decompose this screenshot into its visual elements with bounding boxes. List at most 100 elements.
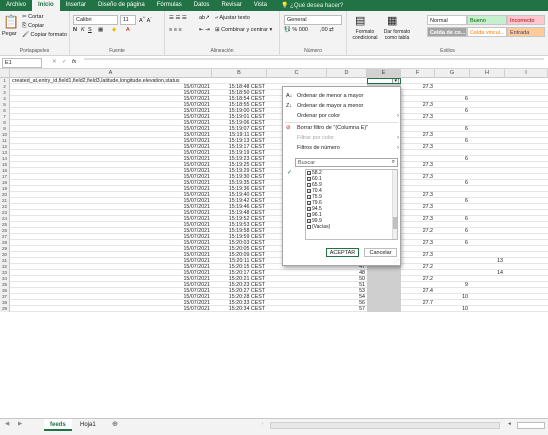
underline-icon[interactable]: S bbox=[88, 27, 92, 33]
conditional-format-button[interactable]: Formato condicional bbox=[350, 29, 380, 41]
tab-insertar[interactable]: Insertar bbox=[60, 0, 92, 11]
column-header-c[interactable]: C bbox=[267, 69, 327, 78]
tab-diseno[interactable]: Diseño de página bbox=[92, 0, 151, 11]
column-header-g[interactable]: G bbox=[435, 69, 470, 78]
row-number[interactable]: 39 bbox=[0, 306, 10, 312]
style-normal[interactable]: Normal bbox=[427, 15, 467, 25]
borders-icon[interactable]: ▦ bbox=[98, 27, 103, 33]
number-filters-item[interactable]: Filtros de número › bbox=[297, 145, 399, 151]
conditional-format-icon[interactable]: ▤ bbox=[355, 14, 365, 27]
function-icon[interactable]: fx bbox=[72, 59, 76, 65]
cell-h[interactable] bbox=[470, 306, 505, 312]
format-painter-button[interactable]: 🖌 Copiar formato bbox=[22, 32, 67, 38]
sort-by-color-item[interactable]: Ordenar por color › bbox=[297, 113, 399, 119]
font-color-icon[interactable]: A bbox=[126, 27, 130, 33]
sort-descending-item[interactable]: Z↓ Ordenar de mayor a menor bbox=[286, 103, 363, 109]
list-scrollbar[interactable] bbox=[392, 170, 397, 239]
column-header-a[interactable]: A bbox=[10, 69, 212, 78]
table-row: 39 15/07/2021 15:20:34 CEST 57 10 bbox=[0, 306, 548, 312]
number-group: General 💱 % 000 ,00 ⇄ Número bbox=[280, 11, 347, 56]
format-table-button[interactable]: Dar formato como tabla bbox=[380, 29, 414, 41]
tab-split-handle-icon[interactable]: ⋮ bbox=[260, 422, 266, 428]
cell-date[interactable]: 15/07/2021 bbox=[10, 306, 212, 312]
column-header-h[interactable]: H bbox=[470, 69, 505, 78]
number-format-select[interactable]: General bbox=[284, 15, 342, 25]
cancel-button[interactable]: Cancelar bbox=[364, 248, 397, 257]
column-header-i[interactable]: I bbox=[505, 69, 548, 78]
font-grow-icon[interactable]: A+ A- bbox=[139, 15, 152, 24]
scrollbar-thumb[interactable] bbox=[517, 422, 545, 429]
style-good[interactable]: Bueno bbox=[467, 15, 507, 25]
alignment-group-label: Alineación bbox=[210, 48, 234, 54]
format-table-icon[interactable]: ▦ bbox=[387, 14, 397, 27]
tab-revisar[interactable]: Revisar bbox=[215, 0, 247, 11]
currency-icon[interactable]: 💱 % 000 bbox=[284, 27, 308, 33]
cell-entry-id[interactable]: 57 bbox=[327, 306, 367, 312]
clear-filter-label: Borrar filtro de "(Columna E)" bbox=[297, 125, 369, 131]
align-left-icon[interactable]: ≡ ≡ ≡ bbox=[169, 27, 182, 33]
style-input[interactable]: Entrada bbox=[507, 27, 545, 37]
paste-button[interactable]: Pegar bbox=[2, 31, 17, 37]
next-sheet-icon[interactable]: ▶ bbox=[18, 421, 22, 427]
cell-g[interactable]: 10 bbox=[435, 306, 470, 312]
bold-icon[interactable]: N bbox=[73, 27, 77, 33]
cell-f[interactable] bbox=[401, 306, 435, 312]
align-top-icon[interactable]: ☰ ☰ ☰ bbox=[169, 15, 187, 21]
search-icon: ⌕ bbox=[391, 159, 395, 165]
tab-formulas[interactable]: Fórmulas bbox=[151, 0, 188, 11]
column-header-d[interactable]: D bbox=[327, 69, 367, 78]
tab-vista[interactable]: Vista bbox=[248, 0, 273, 11]
style-bad[interactable]: Incorrecto bbox=[507, 15, 545, 25]
ok-button[interactable]: ACEPTAR bbox=[326, 248, 359, 257]
tab-datos[interactable]: Datos bbox=[188, 0, 216, 11]
column-header-f[interactable]: F bbox=[401, 69, 435, 78]
font-group-label: Fuente bbox=[109, 48, 125, 54]
scrollbar-thumb[interactable] bbox=[393, 217, 397, 229]
prev-sheet-icon[interactable]: ◀ bbox=[5, 421, 9, 427]
ribbon: 📋 Pegar ✂ Cortar ⎘ Copiar 🖌 Copiar forma… bbox=[0, 11, 548, 56]
add-sheet-icon[interactable]: ⊕ bbox=[112, 420, 118, 428]
filter-search-input[interactable]: Buscar bbox=[295, 158, 398, 167]
formula-bar: E1 ✕ ✓ fx bbox=[0, 56, 548, 69]
column-header-e[interactable]: E bbox=[367, 69, 401, 78]
sheet-tab-feeds[interactable]: feeds bbox=[44, 419, 72, 431]
cell-c[interactable] bbox=[267, 306, 327, 312]
font-size-select[interactable]: 11 bbox=[120, 15, 136, 25]
cell-e[interactable] bbox=[367, 306, 401, 312]
tab-inicio[interactable]: Inicio bbox=[32, 0, 60, 11]
paste-icon[interactable]: 📋 bbox=[3, 14, 19, 30]
formula-input[interactable] bbox=[84, 58, 544, 60]
sort-ascending-item[interactable]: A↓ Ordenar de menor a mayor bbox=[286, 93, 363, 99]
indent-icon[interactable]: ⇤ ⇥ bbox=[199, 27, 210, 33]
style-linked-cell[interactable]: Celda vincul... bbox=[467, 27, 507, 37]
list-item[interactable]: (Vacías) bbox=[307, 224, 330, 230]
scroll-left-icon[interactable]: ◂ bbox=[508, 421, 511, 427]
font-name-select[interactable]: Calibri bbox=[73, 15, 118, 25]
wrap-text-button[interactable]: ⤶ Ajustar texto bbox=[215, 15, 250, 22]
cell-time[interactable]: 15:20:34 CEST bbox=[212, 306, 267, 312]
chevron-right-icon: › bbox=[397, 145, 399, 151]
formula-cancel-icon[interactable]: ✕ bbox=[52, 59, 57, 65]
copy-button[interactable]: ⎘ Copiar bbox=[22, 23, 44, 30]
orientation-icon[interactable]: ab↗ bbox=[199, 15, 210, 21]
sheet-tab-hoja1[interactable]: Hoja1 bbox=[74, 419, 102, 431]
decimals-icon[interactable]: ,00 ⇄ bbox=[320, 27, 334, 33]
fill-color-icon[interactable]: ◆ bbox=[112, 27, 116, 33]
select-all-corner[interactable] bbox=[0, 69, 10, 78]
formula-enter-icon[interactable]: ✓ bbox=[62, 59, 67, 65]
column-header-b[interactable]: B bbox=[212, 69, 267, 78]
clipboard-group-label: Portapapeles bbox=[19, 48, 50, 54]
sort-az-icon: A↓ bbox=[286, 93, 293, 99]
sort-za-icon: Z↓ bbox=[286, 103, 293, 109]
tab-archivo[interactable]: Archivo bbox=[0, 0, 32, 11]
merge-center-button[interactable]: ⊞ Combinar y centrar ▾ bbox=[215, 27, 272, 33]
cut-button[interactable]: ✂ Cortar bbox=[22, 14, 43, 20]
horizontal-scrollbar[interactable] bbox=[270, 422, 500, 429]
worksheet-grid: A B C D E F G H I 1 created_at,entry_id,… bbox=[0, 69, 548, 418]
style-check-cell[interactable]: Celda de co... bbox=[427, 27, 467, 37]
italic-icon[interactable]: K bbox=[81, 27, 85, 33]
clear-filter-item[interactable]: ⊘ Borrar filtro de "(Columna E)" bbox=[286, 125, 369, 131]
tell-me-search[interactable]: 💡 ¿Qué desea hacer? bbox=[273, 2, 343, 9]
name-box[interactable]: E1 bbox=[2, 58, 42, 68]
resize-grip-icon[interactable]: ⋰ bbox=[394, 259, 399, 265]
